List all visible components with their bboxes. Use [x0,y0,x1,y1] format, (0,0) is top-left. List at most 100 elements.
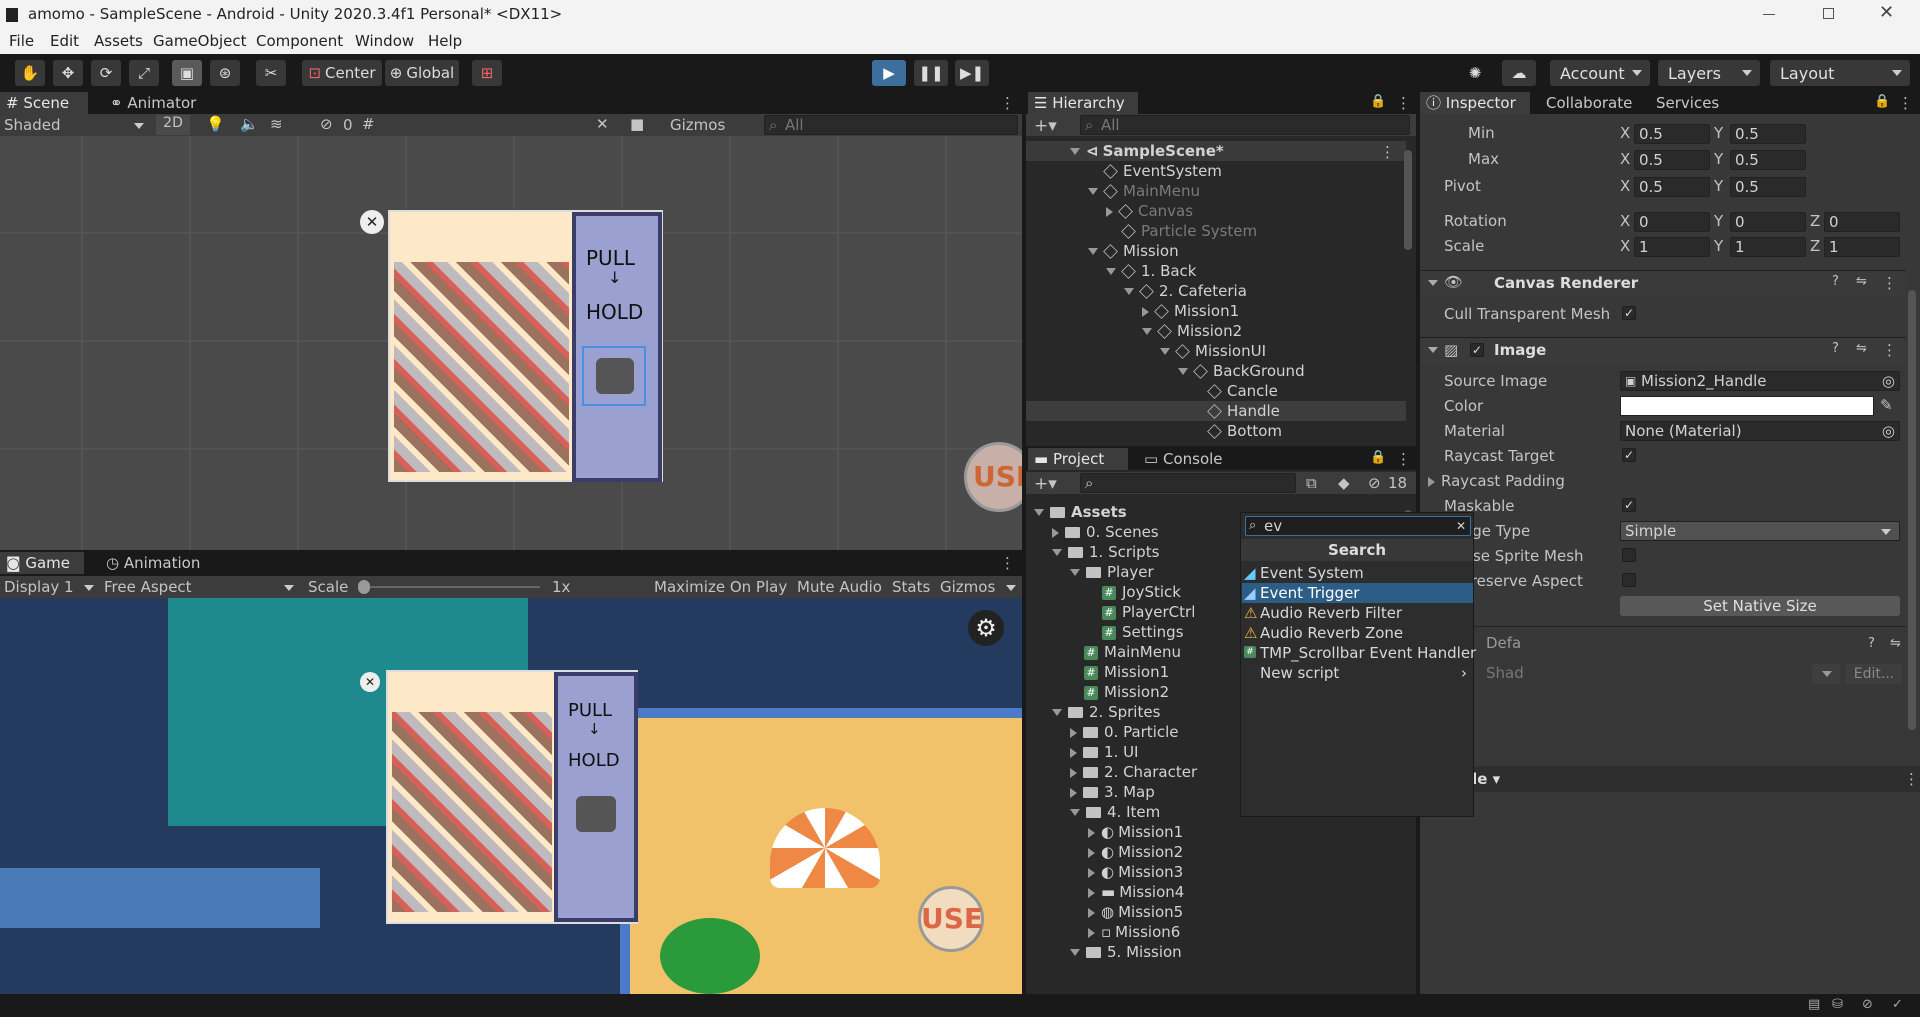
tab-services[interactable]: Services [1650,92,1750,114]
project-item-character[interactable]: 2. Character [1070,762,1197,782]
tools-icon[interactable]: ✕ [596,115,609,133]
inspector-menu-icon[interactable]: ⋮ [1898,94,1913,112]
step-button[interactable]: ▶❚ [955,60,989,86]
scene-search-input[interactable]: ⌕ All [764,115,1018,135]
hierarchy-search-input[interactable]: ⌕ All [1080,115,1410,135]
scale-tool-icon[interactable]: ⤢ [129,60,159,86]
hierarchy-item-samplescene[interactable]: ⊲ SampleScene* [1070,141,1224,161]
close-icon[interactable]: ✕ [1879,2,1894,23]
project-item-mission-folder[interactable]: 5. Mission [1070,942,1182,962]
project-item-mission6-sprite[interactable]: ▫ Mission6 [1088,922,1180,942]
tab-game[interactable]: ◙ Game [0,552,84,574]
project-item-particle[interactable]: 0. Particle [1070,722,1179,742]
component-option-event-system[interactable]: ◢ Event System [1242,563,1473,583]
project-item-ui[interactable]: 1. UI [1070,742,1138,762]
project-item-mainmenu[interactable]: # MainMenu [1084,642,1181,662]
preset-icon[interactable]: ⇋ [1856,341,1867,356]
scale-slider-thumb[interactable] [358,580,370,594]
gizmos-dropdown[interactable]: Gizmos [670,116,750,134]
maskable-checkbox[interactable]: ✓ [1622,498,1636,512]
hierarchy-menu-icon[interactable]: ⋮ [1396,94,1411,112]
inspector-scrollbar[interactable] [1908,290,1916,730]
scale-slider[interactable] [360,586,540,588]
project-item-scenes[interactable]: 0. Scenes [1052,522,1159,542]
source-image-field[interactable]: ▣ Mission2_Handle ◎ [1620,371,1900,391]
pause-button[interactable]: ❚❚ [914,60,948,86]
inspector-lock-icon[interactable]: 🔒 [1874,94,1890,109]
restore-icon[interactable] [1823,8,1834,19]
component-search-input[interactable]: ⌕ ev ✕ [1245,516,1471,536]
snap-icon[interactable]: ⊞ [472,60,502,86]
component-option-event-trigger[interactable]: ◢ Event Trigger [1242,583,1473,603]
material-field[interactable]: None (Material) ◎ [1620,421,1900,441]
rotate-tool-icon[interactable]: ⟳ [91,60,121,86]
component-option-audio-reverb-zone[interactable]: ⚠ Audio Reverb Zone [1242,623,1473,643]
rotation-y-field[interactable]: 0 [1730,212,1806,232]
preset-icon[interactable]: ⇋ [1856,274,1867,289]
canvas-renderer-header[interactable]: 👁 Canvas Renderer ? ⇋ ⋮ [1420,270,1906,296]
tab-project[interactable]: ▬ Project [1028,448,1128,470]
scale-x-field[interactable]: 1 [1634,237,1710,257]
project-item-mission1-sprite[interactable]: ◐ Mission1 [1088,822,1183,842]
tab-animation[interactable]: ◷ Animation [100,552,210,574]
search-by-type-icon[interactable]: ⧉ [1306,474,1317,492]
use-sprite-mesh-checkbox[interactable] [1622,548,1636,562]
component-menu-icon[interactable]: ⋮ [1882,341,1897,359]
effects-icon[interactable]: ≋ [270,115,283,133]
menu-help[interactable]: Help [428,32,462,50]
custom-tool-icon[interactable]: ✂ [256,60,286,86]
pivot-x-field[interactable]: 0.5 [1634,177,1710,197]
raycast-target-checkbox[interactable]: ✓ [1622,448,1636,462]
scene-menu-icon[interactable]: ⋮ [1000,94,1015,112]
hierarchy-item-particle-system[interactable]: Particle System [1121,221,1257,241]
game-menu-icon[interactable]: ⋮ [1000,554,1015,572]
help-icon[interactable]: ? [1832,274,1839,289]
tab-animator[interactable]: ⚭ Animator [104,92,204,114]
pivot-global-button[interactable]: ⊕ Global [385,60,459,86]
project-item-settings[interactable]: # Settings [1102,622,1184,642]
hierarchy-item-canvas[interactable]: Canvas [1106,201,1193,221]
project-item-playerctrl[interactable]: # PlayerCtrl [1102,602,1195,622]
project-item-mission3-sprite[interactable]: ◐ Mission3 [1088,862,1183,882]
rect-tool-icon[interactable]: ▣ [172,60,202,86]
project-item-assets[interactable]: Assets [1034,502,1127,522]
clear-search-icon[interactable]: ✕ [1456,517,1466,535]
mute-audio-toggle[interactable]: Mute Audio [797,578,882,596]
color-swatch[interactable] [1620,396,1874,416]
transform-tool-icon[interactable]: ⊛ [210,60,240,86]
minimize-icon[interactable] [1763,14,1775,15]
preview-menu-icon[interactable]: ⋮ [1904,770,1919,788]
tab-scene[interactable]: # Scene [0,92,88,114]
project-item-map[interactable]: 3. Map [1070,782,1155,802]
lighting-icon[interactable]: 💡 [206,115,225,133]
tab-inspector[interactable]: ⓘ Inspector [1420,92,1530,114]
scale-z-field[interactable]: 1 [1824,237,1900,257]
camera-icon[interactable]: ■ [630,115,644,133]
preserve-aspect-checkbox[interactable] [1622,573,1636,587]
shader-dropdown[interactable] [1812,664,1840,684]
edit-shader-button[interactable]: Edit... [1846,664,1902,684]
menu-window[interactable]: Window [355,32,414,50]
project-item-mission1-script[interactable]: # Mission1 [1084,662,1169,682]
help-icon[interactable]: ? [1832,341,1839,356]
scale-y-field[interactable]: 1 [1730,237,1806,257]
hidden-packages-icon[interactable]: ⊘ [1368,474,1381,492]
menu-gameobject[interactable]: GameObject [153,32,247,50]
raycast-padding-label[interactable]: Raycast Padding [1428,472,1565,490]
scene-view[interactable]: PULL ↓ HOLD ✕ USE [0,136,1022,550]
max-y-field[interactable]: 0.5 [1730,150,1806,170]
debug-icon[interactable]: ⊘ [1862,997,1873,1012]
hierarchy-item-back[interactable]: 1. Back [1106,261,1197,281]
scene-options-icon[interactable]: ⋮ [1380,143,1395,161]
display-dropdown[interactable]: Display 1 [4,578,74,596]
cull-transparent-checkbox[interactable]: ✓ [1622,306,1636,320]
hierarchy-item-missionui[interactable]: MissionUI [1160,341,1266,361]
menu-file[interactable]: File [9,32,34,50]
account-dropdown[interactable]: Account [1550,60,1650,86]
tab-hierarchy[interactable]: ☰ Hierarchy [1028,92,1138,114]
tab-collaborate[interactable]: Collaborate [1540,92,1650,114]
layers-dropdown[interactable]: Layers [1658,60,1760,86]
component-option-audio-reverb-filter[interactable]: ⚠ Audio Reverb Filter [1242,603,1473,623]
project-add-button[interactable]: +▾ [1034,474,1057,494]
pivot-center-button[interactable]: ⊡ Center [302,60,382,86]
